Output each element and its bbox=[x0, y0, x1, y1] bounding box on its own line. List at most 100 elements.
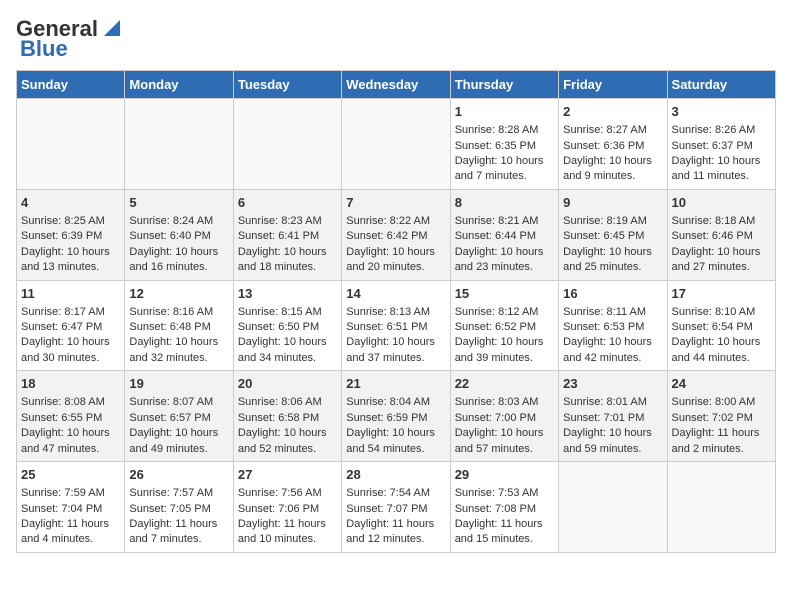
sunset-text: Sunset: 7:05 PM bbox=[129, 502, 228, 517]
daylight-text: Daylight: 10 hours and 37 minutes. bbox=[346, 335, 445, 366]
calendar-cell: 25Sunrise: 7:59 AMSunset: 7:04 PMDayligh… bbox=[17, 462, 125, 553]
calendar-cell: 23 Sunrise: 8:01 AMSunset: 7:01 PMDayligh… bbox=[559, 371, 667, 462]
sunrise-text: Sunrise: 8:16 AM bbox=[129, 305, 228, 320]
sunset-text: Sunset: 6:50 PM bbox=[238, 320, 337, 335]
calendar-cell: 10Sunrise: 8:18 AMSunset: 6:46 PMDayligh… bbox=[667, 189, 775, 280]
sunrise-text: Sunrise: 8:19 AM bbox=[563, 214, 662, 229]
day-number: 22 bbox=[455, 375, 554, 393]
sunset-text: Sunset: 6:58 PM bbox=[238, 411, 337, 426]
day-number: 9 bbox=[563, 194, 662, 212]
sunrise-text: Sunrise: 8:11 AM bbox=[563, 305, 662, 320]
day-number: 1 bbox=[455, 103, 554, 121]
daylight-text: Daylight: 10 hours and 39 minutes. bbox=[455, 335, 554, 366]
day-number: 21 bbox=[346, 375, 445, 393]
sunset-text: Sunset: 7:02 PM bbox=[672, 411, 771, 426]
sunset-text: Sunset: 6:40 PM bbox=[129, 229, 228, 244]
day-number: 19 bbox=[129, 375, 228, 393]
sunrise-text: Sunrise: 8:12 AM bbox=[455, 305, 554, 320]
sunset-text: Sunset: 6:59 PM bbox=[346, 411, 445, 426]
sunset-text: Sunset: 7:01 PM bbox=[563, 411, 662, 426]
sunrise-text: Sunrise: 8:17 AM bbox=[21, 305, 120, 320]
calendar-week-row: 1Sunrise: 8:28 AMSunset: 6:35 PMDaylight… bbox=[17, 99, 776, 190]
daylight-text: Daylight: 10 hours and 54 minutes. bbox=[346, 426, 445, 457]
calendar-cell: 4Sunrise: 8:25 AMSunset: 6:39 PMDaylight… bbox=[17, 189, 125, 280]
sunset-text: Sunset: 6:39 PM bbox=[21, 229, 120, 244]
calendar-cell: 28Sunrise: 7:54 AMSunset: 7:07 PMDayligh… bbox=[342, 462, 450, 553]
sunset-text: Sunset: 7:04 PM bbox=[21, 502, 120, 517]
calendar-cell: 11Sunrise: 8:17 AMSunset: 6:47 PMDayligh… bbox=[17, 280, 125, 371]
calendar-cell: 7Sunrise: 8:22 AMSunset: 6:42 PMDaylight… bbox=[342, 189, 450, 280]
calendar-week-row: 11 Sunrise: 8:17 AMSunset: 6:47 PM Dayligh… bbox=[17, 280, 776, 371]
calendar-cell: 20Sunrise: 8:06 AMSunset: 6:58 PMDayligh… bbox=[233, 371, 341, 462]
day-number: 13 bbox=[238, 285, 337, 303]
sunrise-text: Sunrise: 7:57 AM bbox=[129, 486, 228, 501]
sunset-text: Sunset: 7:06 PM bbox=[238, 502, 337, 517]
calendar-week-row: 25Sunrise: 7:59 AMSunset: 7:04 PMDayligh… bbox=[17, 462, 776, 553]
logo-triangle-icon bbox=[100, 16, 124, 40]
weekday-header-row: SundayMondayTuesdayWednesdayThursdayFrid… bbox=[17, 71, 776, 99]
day-number: 24 bbox=[672, 375, 771, 393]
calendar-cell: 9Sunrise: 8:19 AMSunset: 6:45 PMDaylight… bbox=[559, 189, 667, 280]
day-number: 23 bbox=[563, 375, 662, 393]
daylight-text: Daylight: 10 hours and 44 minutes. bbox=[672, 335, 771, 366]
day-number: 11 bbox=[21, 285, 120, 303]
sunrise-text: Sunrise: 8:07 AM bbox=[129, 395, 228, 410]
sunrise-text: Sunrise: 8:08 AM bbox=[21, 395, 120, 410]
sunrise-text: Sunrise: 7:56 AM bbox=[238, 486, 337, 501]
calendar-cell: 19Sunrise: 8:07 AMSunset: 6:57 PMDayligh… bbox=[125, 371, 233, 462]
daylight-text: Daylight: 10 hours and 13 minutes. bbox=[21, 245, 120, 276]
calendar-cell: 13 Sunrise: 8:15 AMSunset: 6:50 PMDayligh… bbox=[233, 280, 341, 371]
logo-blue: Blue bbox=[20, 36, 68, 62]
calendar-cell: 21Sunrise: 8:04 AMSunset: 6:59 PMDayligh… bbox=[342, 371, 450, 462]
calendar-cell bbox=[667, 462, 775, 553]
daylight-text: Daylight: 10 hours and 16 minutes. bbox=[129, 245, 228, 276]
daylight-text: Daylight: 10 hours and 32 minutes. bbox=[129, 335, 228, 366]
day-number: 5 bbox=[129, 194, 228, 212]
daylight-text: Daylight: 10 hours and 59 minutes. bbox=[563, 426, 662, 457]
weekday-header-wednesday: Wednesday bbox=[342, 71, 450, 99]
day-number: 6 bbox=[238, 194, 337, 212]
sunset-text: Sunset: 6:35 PM bbox=[455, 139, 554, 154]
sunrise-text: Sunrise: 8:21 AM bbox=[455, 214, 554, 229]
daylight-text: Daylight: 11 hours and 4 minutes. bbox=[21, 517, 120, 548]
sunset-text: Sunset: 6:37 PM bbox=[672, 139, 771, 154]
sunset-text: Sunset: 6:47 PM bbox=[21, 320, 120, 335]
day-number: 14 bbox=[346, 285, 445, 303]
calendar-cell: 29Sunrise: 7:53 AMSunset: 7:08 PMDayligh… bbox=[450, 462, 558, 553]
calendar-cell: 18Sunrise: 8:08 AMSunset: 6:55 PMDayligh… bbox=[17, 371, 125, 462]
weekday-header-thursday: Thursday bbox=[450, 71, 558, 99]
sunrise-text: Sunrise: 8:13 AM bbox=[346, 305, 445, 320]
calendar-table: SundayMondayTuesdayWednesdayThursdayFrid… bbox=[16, 70, 776, 553]
sunrise-text: Sunrise: 7:53 AM bbox=[455, 486, 554, 501]
sunset-text: Sunset: 6:44 PM bbox=[455, 229, 554, 244]
daylight-text: Daylight: 10 hours and 20 minutes. bbox=[346, 245, 445, 276]
sunset-text: Sunset: 6:41 PM bbox=[238, 229, 337, 244]
sunset-text: Sunset: 6:53 PM bbox=[563, 320, 662, 335]
calendar-cell: 2Sunrise: 8:27 AMSunset: 6:36 PMDaylight… bbox=[559, 99, 667, 190]
daylight-text: Daylight: 11 hours and 7 minutes. bbox=[129, 517, 228, 548]
sunrise-text: Sunrise: 8:06 AM bbox=[238, 395, 337, 410]
weekday-header-friday: Friday bbox=[559, 71, 667, 99]
calendar-cell bbox=[125, 99, 233, 190]
calendar-cell: 22Sunrise: 8:03 AMSunset: 7:00 PMDayligh… bbox=[450, 371, 558, 462]
sunrise-text: Sunrise: 8:00 AM bbox=[672, 395, 771, 410]
sunrise-text: Sunrise: 8:01 AM bbox=[563, 395, 662, 410]
weekday-header-saturday: Saturday bbox=[667, 71, 775, 99]
day-number: 18 bbox=[21, 375, 120, 393]
day-number: 15 bbox=[455, 285, 554, 303]
sunrise-text: Sunrise: 8:23 AM bbox=[238, 214, 337, 229]
sunset-text: Sunset: 7:07 PM bbox=[346, 502, 445, 517]
sunset-text: Sunset: 6:55 PM bbox=[21, 411, 120, 426]
calendar-cell: 14Sunrise: 8:13 AMSunset: 6:51 PMDayligh… bbox=[342, 280, 450, 371]
sunrise-text: Sunrise: 8:15 AM bbox=[238, 305, 337, 320]
calendar-cell bbox=[17, 99, 125, 190]
day-number: 8 bbox=[455, 194, 554, 212]
calendar-cell: 6Sunrise: 8:23 AMSunset: 6:41 PMDaylight… bbox=[233, 189, 341, 280]
daylight-text: Daylight: 11 hours and 12 minutes. bbox=[346, 517, 445, 548]
sunset-text: Sunset: 6:46 PM bbox=[672, 229, 771, 244]
daylight-text: Daylight: 10 hours and 34 minutes. bbox=[238, 335, 337, 366]
day-number: 29 bbox=[455, 466, 554, 484]
sunset-text: Sunset: 6:48 PM bbox=[129, 320, 228, 335]
sunset-text: Sunset: 6:54 PM bbox=[672, 320, 771, 335]
weekday-header-monday: Monday bbox=[125, 71, 233, 99]
